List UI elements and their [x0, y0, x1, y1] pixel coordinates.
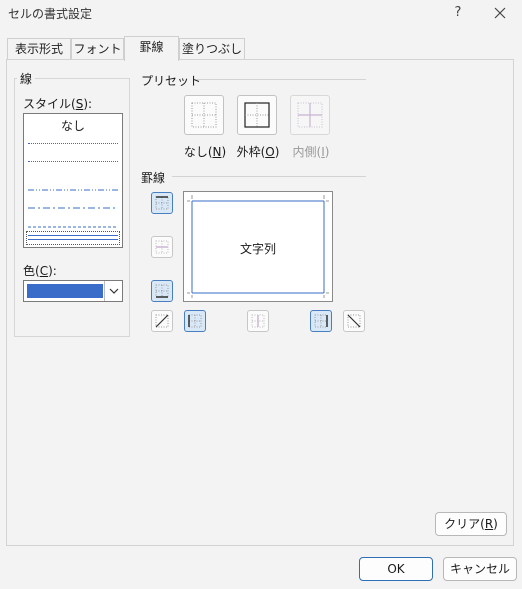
border-top-icon — [155, 196, 169, 210]
border-diagonal-up-button[interactable] — [151, 310, 173, 332]
line-style-hair[interactable] — [28, 143, 118, 144]
preset-outline-icon — [244, 102, 270, 128]
dashed-line — [28, 226, 118, 228]
preset-separator — [196, 79, 366, 80]
tab-border[interactable]: 罫線 — [124, 36, 179, 61]
border-preview[interactable]: 文字列 — [183, 191, 333, 302]
border-inside-horizontal-button[interactable] — [151, 236, 173, 258]
tab-fill[interactable]: 塗りつぶし — [179, 38, 245, 60]
close-button[interactable] — [488, 3, 512, 23]
chevron-down-icon — [109, 288, 119, 294]
border-title: 罫線 — [141, 171, 166, 185]
border-inside-vertical-button[interactable] — [247, 310, 269, 332]
border-left-icon — [188, 314, 202, 328]
color-dropdown-button[interactable] — [104, 281, 122, 301]
close-icon — [494, 7, 506, 19]
window-title: セルの書式設定 — [8, 7, 93, 21]
line-style-none[interactable]: なし — [24, 117, 122, 134]
tab-font[interactable]: フォント — [71, 38, 124, 60]
preset-inside-label: 内側(I) — [292, 145, 330, 159]
border-right-icon — [314, 314, 328, 328]
color-label: 色(C): — [23, 264, 57, 278]
border-right-button[interactable] — [310, 310, 332, 332]
preview-text: 文字列 — [239, 242, 276, 256]
border-diagonal-down-button[interactable] — [343, 310, 365, 332]
preset-inside-icon — [297, 102, 323, 128]
tab-number[interactable]: 表示形式 — [7, 38, 71, 60]
line-style-list[interactable]: なし — [23, 113, 123, 248]
line-style-double[interactable] — [26, 231, 120, 245]
preset-none-button[interactable] — [184, 95, 224, 135]
border-inside-horizontal-icon — [155, 240, 169, 254]
diagonal-up-icon — [155, 314, 169, 328]
dash-dot-dot-line — [28, 189, 118, 191]
preset-outline-button[interactable] — [237, 95, 277, 135]
border-bottom-icon — [155, 284, 169, 298]
line-style-dotted[interactable] — [28, 161, 118, 162]
style-label: スタイル(S): — [23, 97, 93, 111]
line-group-title: 線 — [17, 70, 36, 87]
color-swatch — [27, 284, 103, 298]
dash-dot-line — [28, 207, 118, 209]
border-inside-vertical-icon — [251, 314, 265, 328]
diagonal-down-icon — [347, 314, 361, 328]
preset-outline-label: 外枠(O) — [236, 145, 280, 159]
help-button[interactable]: ? — [447, 3, 469, 23]
ok-button[interactable]: OK — [359, 557, 433, 581]
clear-button[interactable]: クリア(R) — [435, 512, 507, 536]
tab-strip: 表示形式 フォント 罫線 塗りつぶし — [0, 36, 522, 61]
border-top-button[interactable] — [151, 192, 173, 214]
preset-none-icon — [191, 102, 217, 128]
border-separator — [172, 176, 366, 177]
border-bottom-button[interactable] — [151, 280, 173, 302]
preset-title: プリセット — [141, 74, 202, 88]
preset-inside-button[interactable] — [290, 95, 330, 135]
preset-none-label: なし(N) — [183, 145, 227, 159]
border-left-button[interactable] — [184, 310, 206, 332]
cancel-button[interactable]: キャンセル — [443, 557, 517, 581]
